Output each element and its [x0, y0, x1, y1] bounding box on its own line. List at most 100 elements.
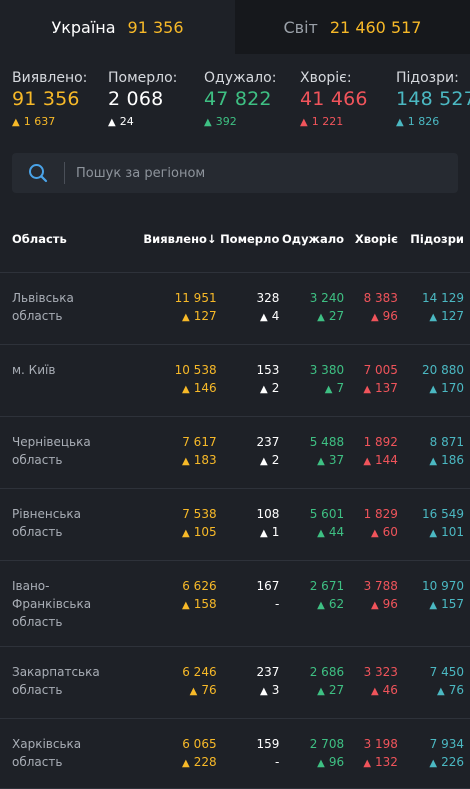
- cell-delta: ▲ 146: [181, 381, 217, 395]
- stat-value: 41 466: [300, 88, 368, 110]
- stat-title: Одужало:: [204, 70, 277, 86]
- stat-sick: Хворіє: 41 466 ▲ 1 221: [300, 70, 396, 139]
- arrow-up-icon: ▲: [429, 384, 438, 395]
- cell-delta: ▲ 7: [324, 381, 345, 395]
- cell-confirmed: 7 538 ▲ 105: [99, 488, 217, 561]
- cell-region: Івано-Франківська область: [0, 560, 100, 647]
- cell-value: 16 549: [422, 507, 464, 521]
- cell-confirmed: 6 626 ▲ 158: [99, 560, 217, 647]
- cell-delta: ▲ 158: [181, 597, 217, 611]
- table-row[interactable]: Рівненська область 7 538 ▲ 105 108 ▲ 1 5 601 ▲ 44…: [0, 488, 470, 561]
- cell-region: Закарпатська область: [0, 646, 100, 719]
- tab-ukraine-label: Україна: [51, 17, 116, 37]
- cell-delta: ▲ 228: [181, 755, 217, 769]
- cell-recovered: 2 686 ▲ 27: [279, 646, 345, 719]
- cell-recovered: 3 240 ▲ 27: [279, 272, 345, 345]
- arrow-up-icon: ▲: [317, 456, 325, 467]
- stat-value: 2 068: [108, 88, 164, 110]
- arrow-up-icon: ▲: [181, 384, 190, 395]
- cell-suspected: 7 450 ▲ 76: [397, 646, 470, 719]
- cell-sick: 1 892 ▲ 144: [344, 416, 398, 489]
- col-deaths[interactable]: Померло: [216, 206, 280, 273]
- tab-world[interactable]: Світ 21 460 517: [235, 0, 470, 54]
- cell-delta: ▲ 144: [363, 453, 398, 467]
- table-row[interactable]: Львівська область 11 951 ▲ 127 328 ▲ 4 3 240 ▲ 27…: [0, 272, 470, 345]
- cell-delta: ▲ 105: [181, 525, 217, 539]
- arrow-up-icon: ▲: [108, 117, 116, 128]
- arrow-up-icon: ▲: [12, 117, 20, 128]
- cell-value: 237: [256, 665, 280, 679]
- arrow-up-icon: ▲: [181, 600, 190, 611]
- cell-delta: ▲ 96: [370, 309, 398, 323]
- col-region[interactable]: Область: [0, 206, 100, 273]
- col-recovered[interactable]: Одужало: [279, 206, 345, 273]
- arrow-up-icon: ▲: [429, 456, 438, 467]
- arrow-up-icon: ▲: [429, 312, 438, 323]
- cell-delta: ▲ 2: [260, 381, 280, 395]
- cell-delta: ▲ 183: [181, 453, 217, 467]
- stat-value: 148 527: [396, 88, 470, 110]
- table-header: Область Виявлено↓ Померло Одужало Хворіє…: [0, 206, 470, 273]
- cell-confirmed: 6 065 ▲ 228: [99, 718, 217, 789]
- stat-value: 47 822: [204, 88, 272, 110]
- cell-confirmed: 10 538 ▲ 146: [99, 344, 217, 417]
- arrow-up-icon: ▲: [317, 528, 325, 539]
- cell-sick: 3 323 ▲ 46: [344, 646, 398, 719]
- cell-delta: ▲ 170: [429, 381, 464, 395]
- arrow-up-icon: ▲: [370, 312, 379, 323]
- cell-region: м. Київ: [0, 344, 100, 417]
- arrow-up-icon: ▲: [181, 758, 190, 769]
- cell-value: 6 246: [182, 665, 217, 679]
- summary-stats: Виявлено: 91 356 ▲ 1 637 Померло: 2 068 ▲…: [0, 54, 470, 139]
- cell-region: Харківська область: [0, 718, 100, 789]
- cell-value: 2 671: [309, 579, 345, 593]
- stat-deaths: Померло: 2 068 ▲ 24: [108, 70, 204, 139]
- arrow-up-icon: ▲: [324, 384, 333, 395]
- col-sick[interactable]: Хворіє: [344, 206, 398, 273]
- col-confirmed[interactable]: Виявлено↓: [99, 206, 217, 273]
- col-suspected[interactable]: Підозри: [397, 206, 470, 273]
- cell-recovered: 2 708 ▲ 96: [279, 718, 345, 789]
- cell-value: 2 708: [309, 737, 345, 751]
- cell-value: 3 788: [363, 579, 398, 593]
- cell-sick: 3 788 ▲ 96: [344, 560, 398, 647]
- cell-value: 3 323: [363, 665, 398, 679]
- cell-value: 11 951: [174, 291, 217, 305]
- cell-delta: -: [275, 597, 280, 611]
- arrow-up-icon: ▲: [437, 686, 445, 697]
- stat-delta: ▲ 1 826: [396, 115, 440, 128]
- search-bar: [0, 139, 470, 206]
- tab-ukraine[interactable]: Україна 91 356: [0, 0, 235, 54]
- search-icon[interactable]: [12, 163, 64, 183]
- table-row[interactable]: Івано-Франківська область 6 626 ▲ 158 167-2 …: [0, 560, 470, 647]
- table-row[interactable]: Закарпатська область 6 246 ▲ 76 237 ▲ 3 2 686 ▲ 2…: [0, 646, 470, 719]
- search-box: [12, 153, 458, 193]
- stat-delta: ▲ 392: [204, 115, 237, 128]
- cell-delta: ▲ 1: [260, 525, 280, 539]
- stat-title: Хворіє:: [300, 70, 352, 86]
- cell-delta: ▲ 127: [181, 309, 217, 323]
- cell-deaths: 153 ▲ 2: [216, 344, 280, 417]
- table-row[interactable]: м. Київ 10 538 ▲ 146 153 ▲ 2 3 380 ▲ 7 7 005 ▲ 137 20…: [0, 344, 470, 417]
- stat-delta: ▲ 1 637: [12, 115, 56, 128]
- cell-sick: 7 005 ▲ 137: [344, 344, 398, 417]
- cell-deaths: 237 ▲ 3: [216, 646, 280, 719]
- stat-suspected: Підозри: 148 527 ▲ 1 826: [396, 70, 470, 139]
- regions-table: Область Виявлено↓ Померло Одужало Хворіє…: [0, 206, 470, 789]
- table-row[interactable]: Харківська область 6 065 ▲ 228 159-2 708 ▲ 96 3…: [0, 718, 470, 789]
- region-tabs: Україна 91 356 Світ 21 460 517: [0, 0, 470, 54]
- table-row[interactable]: Чернівецька область 7 617 ▲ 183 237 ▲ 2 5 488 ▲ 3…: [0, 416, 470, 489]
- search-input[interactable]: [65, 164, 458, 182]
- cell-confirmed: 11 951 ▲ 127: [99, 272, 217, 345]
- cell-value: 7 450: [429, 665, 464, 679]
- cell-delta: ▲ 76: [189, 683, 217, 697]
- cell-delta: ▲ 3: [260, 683, 280, 697]
- tab-ukraine-count: 91 356: [127, 17, 184, 37]
- stat-title: Виявлено:: [12, 70, 88, 86]
- arrow-up-icon: ▲: [429, 528, 438, 539]
- arrow-up-icon: ▲: [181, 528, 190, 539]
- stat-confirmed: Виявлено: 91 356 ▲ 1 637: [12, 70, 108, 139]
- cell-delta: ▲ 76: [437, 683, 464, 697]
- cell-delta: ▲ 46: [370, 683, 398, 697]
- cell-delta: ▲ 2: [260, 453, 280, 467]
